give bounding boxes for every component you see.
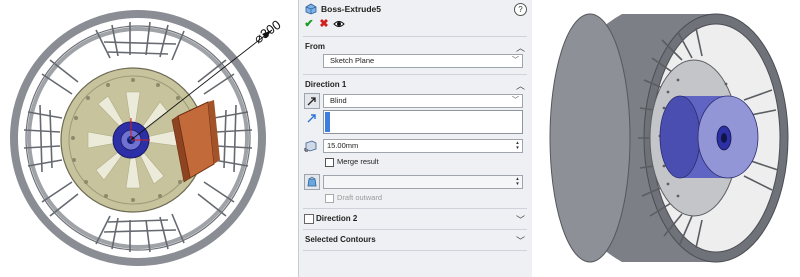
feature-title-bar: Boss-Extrude5 ? [299, 0, 533, 18]
reverse-direction-button[interactable] [304, 93, 320, 109]
merge-result-checkbox[interactable]: Merge result [325, 157, 445, 168]
depth-input[interactable]: 15.00mm ▲ ▼ [323, 139, 523, 153]
from-selected-value: Sketch Plane [330, 56, 375, 65]
selected-contours-section-header[interactable]: Selected Contours ﹀ [299, 233, 533, 247]
direction-reference-selection-box[interactable] [323, 110, 523, 134]
chevron-up-icon: ︿ [515, 43, 525, 53]
cancel-button[interactable]: ✖ [317, 17, 331, 31]
merge-result-label: Merge result [337, 157, 379, 166]
selected-contours-label: Selected Contours [305, 235, 376, 244]
draft-icon [307, 176, 317, 187]
direction1-section-header[interactable]: Direction 1 ︿ [299, 78, 533, 92]
feature-name: Boss-Extrude5 [321, 4, 381, 14]
diameter-dimension-label[interactable]: ⌀300 [251, 17, 284, 46]
direction2-label: Direction 2 [316, 214, 358, 223]
divider [303, 250, 527, 251]
depth-icon [304, 140, 317, 152]
draft-angle-spin-buttons: ▲ ▼ [515, 176, 520, 186]
action-buttons: ✔ ✖ [299, 17, 533, 31]
wheel-front-view-model[interactable]: ⌀300 [0, 0, 298, 277]
active-selection-indicator [325, 112, 330, 132]
chevron-down-icon: ﹀ [515, 215, 525, 225]
divider [303, 36, 527, 37]
chevron-up-icon: ︿ [515, 81, 525, 91]
end-condition-select[interactable]: Blind ﹀ [323, 94, 523, 108]
draft-outward-checkbox: Draft outward [325, 193, 445, 204]
property-manager-panel: Boss-Extrude5 ? ✔ ✖ From ︿ Sketch Plane … [298, 0, 534, 277]
direction1-label: Direction 1 [305, 80, 347, 89]
merge-result-checkbox-box[interactable] [325, 158, 334, 167]
draft-on-off-button[interactable] [304, 174, 320, 190]
from-section-header[interactable]: From ︿ [299, 40, 533, 54]
wheel-isometric-model[interactable] [532, 0, 800, 277]
divider [303, 74, 527, 75]
chevron-down-icon: ﹀ [512, 97, 519, 104]
depth-value: 15.00mm [327, 141, 359, 150]
help-icon[interactable]: ? [514, 3, 527, 16]
depth-spin-buttons[interactable]: ▲ ▼ [514, 140, 521, 150]
chevron-down-icon: ﹀ [515, 236, 525, 246]
divider [303, 229, 527, 230]
detailed-preview-button[interactable] [332, 17, 346, 31]
draft-angle-input: ▲ ▼ [323, 175, 523, 189]
direction-vector-icon [307, 114, 316, 123]
eye-icon [333, 21, 345, 27]
reverse-direction-icon [307, 97, 316, 106]
end-condition-value: Blind [330, 96, 347, 105]
direction2-checkbox[interactable] [304, 214, 314, 224]
left-graphics-viewport[interactable]: ⌀300 [0, 0, 298, 277]
draft-outward-label: Draft outward [337, 193, 383, 202]
right-graphics-viewport[interactable] [532, 0, 800, 277]
from-start-condition-select[interactable]: Sketch Plane ﹀ [323, 54, 523, 68]
ok-button[interactable]: ✔ [302, 17, 316, 31]
draft-outward-checkbox-box [325, 194, 334, 203]
divider [303, 208, 527, 209]
boss-extrude-icon [305, 3, 317, 15]
chevron-down-icon: ﹀ [512, 57, 519, 64]
from-label: From [305, 42, 325, 51]
direction2-section-header[interactable]: Direction 2 ﹀ [299, 212, 533, 226]
